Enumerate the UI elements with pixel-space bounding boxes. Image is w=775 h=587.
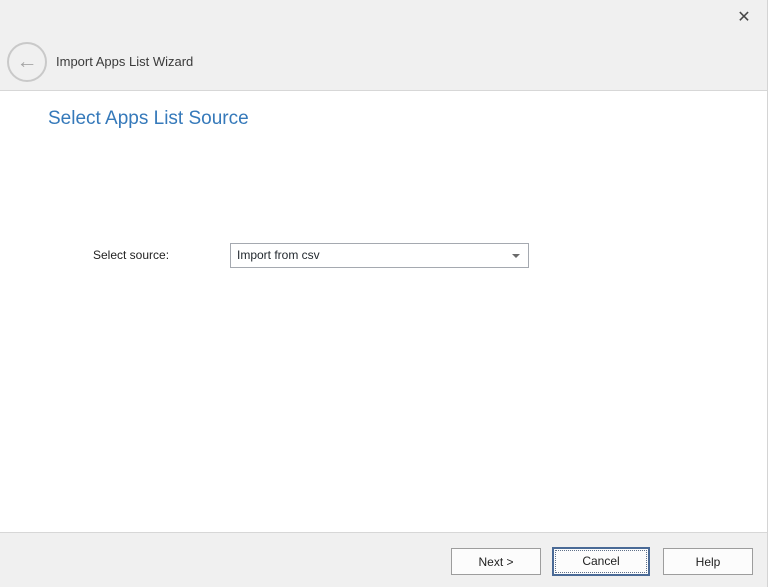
close-button[interactable]: ✕ bbox=[731, 5, 757, 31]
next-button[interactable]: Next > bbox=[451, 548, 541, 575]
wizard-footer bbox=[0, 532, 767, 587]
help-button[interactable]: Help bbox=[663, 548, 753, 575]
wizard-header: ✕ ← Import Apps List Wizard bbox=[0, 0, 767, 91]
source-dropdown-value: Import from csv bbox=[237, 244, 504, 267]
wizard-window: ✕ ← Import Apps List Wizard Select Apps … bbox=[0, 0, 768, 587]
back-button[interactable]: ← bbox=[7, 42, 47, 82]
cancel-button[interactable]: Cancel bbox=[552, 547, 650, 576]
select-source-label: Select source: bbox=[93, 243, 169, 268]
back-arrow-icon: ← bbox=[17, 50, 38, 74]
wizard-title: Import Apps List Wizard bbox=[56, 42, 193, 82]
dropdown-caret-icon bbox=[512, 254, 520, 258]
cancel-button-label: Cancel bbox=[582, 554, 619, 568]
page-title: Select Apps List Source bbox=[48, 108, 249, 130]
close-icon: ✕ bbox=[737, 9, 750, 26]
source-dropdown[interactable]: Import from csv bbox=[230, 243, 529, 268]
